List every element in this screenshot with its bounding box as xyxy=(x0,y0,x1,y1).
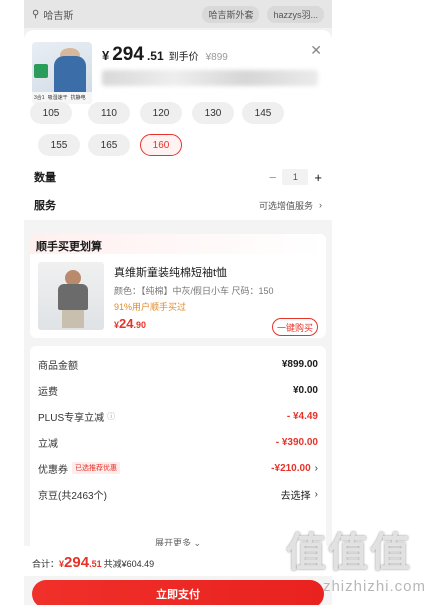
chevron-right-icon: › xyxy=(314,462,318,474)
price-currency: ¥ xyxy=(102,48,110,63)
summary-value: 去选择 xyxy=(280,490,311,502)
quantity-row: 数量 − 1 + xyxy=(24,162,332,192)
size-option[interactable]: 165 xyxy=(88,134,130,156)
size-option[interactable]: 110 xyxy=(88,102,130,124)
size-option-selected[interactable]: 160 xyxy=(140,134,182,156)
search-suggestion-chip[interactable]: 哈吉斯外套 xyxy=(202,5,260,23)
summary-label: 运费 xyxy=(38,386,58,398)
top-search-bar: ⚲ 哈吉斯 哈吉斯外套 hazzys羽... xyxy=(24,0,332,28)
price-integer: 294 xyxy=(112,44,144,65)
summary-label: 立减 xyxy=(38,438,58,450)
close-icon[interactable]: ✕ xyxy=(310,42,322,59)
quantity-stepper: − 1 + xyxy=(269,169,322,185)
summary-row: PLUS专享立减 ⓘ - ¥4.49 xyxy=(30,404,326,428)
original-price: ¥899 xyxy=(205,52,228,63)
summary-label: 商品金额 xyxy=(38,360,78,372)
watermark-glyphs: 值值值 xyxy=(286,531,412,575)
service-value: 可选增值服务 xyxy=(258,200,313,211)
bundle-promo-text: 91%用户顺手买过 xyxy=(114,302,187,312)
size-option[interactable]: 120 xyxy=(140,102,182,124)
quantity-label: 数量 xyxy=(34,172,56,184)
coupon-row[interactable]: 优惠券 已选推荐优惠 -¥210.00 › xyxy=(30,456,326,480)
size-option[interactable]: 130 xyxy=(192,102,234,124)
info-icon[interactable]: ⓘ xyxy=(107,411,115,422)
size-option[interactable]: 155 xyxy=(38,134,80,156)
search-icon: ⚲ xyxy=(32,8,40,20)
summary-value: -¥210.00 xyxy=(271,462,311,474)
plus-button[interactable]: + xyxy=(314,170,322,185)
total-integer: 294 xyxy=(64,554,90,571)
size-options: 105 110 120 130 145 155 165 160 xyxy=(24,102,332,162)
bundle-price-decimal: .90 xyxy=(133,320,146,330)
summary-label: 京豆(共2463个) xyxy=(38,490,107,502)
summary-label: PLUS专享立减 xyxy=(38,412,105,424)
size-option[interactable]: 145 xyxy=(242,102,284,124)
summary-row: 商品金额 ¥899.00 xyxy=(30,352,326,376)
site-watermark: 值值值 zhizhizhi.com xyxy=(286,520,426,598)
quantity-value[interactable]: 1 xyxy=(282,169,309,185)
product-price: ¥ 294 .51 到手价 ¥899 xyxy=(102,44,228,66)
thumb-feature: 3合1 xyxy=(34,95,45,101)
bundle-header: 顺手买更划算 xyxy=(30,234,326,254)
minus-button[interactable]: − xyxy=(269,170,277,185)
blurred-product-name xyxy=(102,70,318,86)
price-tag: 到手价 xyxy=(168,52,199,63)
search-box[interactable]: ⚲ 哈吉斯 xyxy=(32,7,194,22)
search-suggestion-chip[interactable]: hazzys羽... xyxy=(267,5,324,23)
product-thumbnail[interactable]: 3合1 吸湿速干 抗静电 xyxy=(32,42,92,104)
bundle-price: ¥ 24 .90 xyxy=(114,316,146,331)
thumb-coat xyxy=(54,56,86,96)
search-text: 哈吉斯 xyxy=(43,10,74,22)
price-decimal: .51 xyxy=(146,49,164,63)
summary-value: ¥0.00 xyxy=(292,384,318,396)
summary-value: ¥899.00 xyxy=(281,358,318,370)
img-shirt xyxy=(58,284,88,310)
price-summary: 商品金额 ¥899.00 运费 ¥0.00 PLUS专享立减 ⓘ - ¥4.49… xyxy=(30,346,326,556)
summary-label: 优惠券 xyxy=(38,464,68,476)
pay-now-button[interactable]: 立即支付 xyxy=(32,580,324,605)
bundle-product-title[interactable]: 真维斯童装纯棉短袖t恤 xyxy=(114,264,227,280)
chevron-right-icon: › xyxy=(319,200,322,210)
summary-row: 运费 ¥0.00 xyxy=(30,378,326,402)
img-legs xyxy=(62,310,84,328)
bundle-card: 顺手买更划算 真维斯童装纯棉短袖t恤 颜色：【纯棉】中灰/假日小车 尺码：150… xyxy=(30,234,326,338)
bundle-product-spec[interactable]: 颜色：【纯棉】中灰/假日小车 尺码：150 xyxy=(114,284,274,297)
summary-row: 立减 - ¥390.00 xyxy=(30,430,326,454)
bundle-price-integer: 24 xyxy=(119,316,134,331)
size-option[interactable]: 105 xyxy=(30,102,72,124)
sku-sheet: 3合1 吸湿速干 抗静电 ¥ 294 .51 到手价 ¥899 ✕ 105 11… xyxy=(24,30,332,605)
thumb-feature: 吸湿速干 xyxy=(47,95,68,101)
product-header: 3合1 吸湿速干 抗静电 ¥ 294 .51 到手价 ¥899 ✕ xyxy=(24,30,332,110)
one-click-buy-button[interactable]: 一键购买 xyxy=(272,318,318,336)
phone-screen: ⚲ 哈吉斯 哈吉斯外套 hazzys羽... 3合1 吸湿速干 抗静电 ¥ 29… xyxy=(24,0,332,605)
total-decimal: .51 xyxy=(89,559,102,569)
service-selector: 可选增值服务 › xyxy=(259,199,322,212)
chevron-right-icon: › xyxy=(314,488,318,500)
service-label: 服务 xyxy=(34,200,56,212)
coupon-pill: 已选推荐优惠 xyxy=(72,462,120,474)
total-label: 合计： xyxy=(32,559,60,569)
watermark-site: zhizhizhi.com xyxy=(322,578,426,595)
summary-value: - ¥4.49 xyxy=(286,410,318,422)
thumb-feature: 抗静电 xyxy=(70,95,86,101)
service-row[interactable]: 服务 可选增值服务 › xyxy=(24,190,332,220)
jd-bean-row[interactable]: 京豆(共2463个) 去选择 › xyxy=(30,482,326,506)
summary-value: - ¥390.00 xyxy=(275,436,318,448)
bundle-product-image[interactable] xyxy=(38,262,104,330)
thumb-badge xyxy=(34,64,48,78)
total-saved: 共减¥604.49 xyxy=(103,559,155,569)
